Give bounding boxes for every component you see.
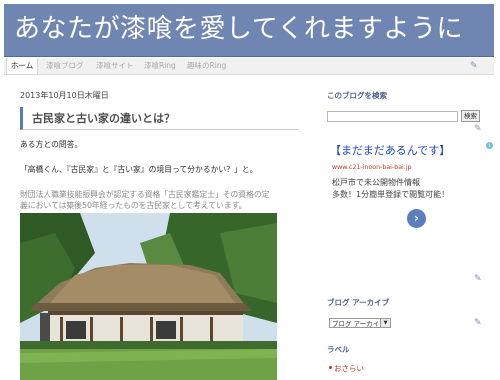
- page-tabs: ホーム 漆喰ブログ 漆喰サイト 漆喰Ring 趣味のRing ✎: [4, 58, 494, 75]
- search-button[interactable]: 検索: [461, 110, 480, 122]
- tab-home[interactable]: ホーム: [6, 58, 39, 74]
- ad-headline[interactable]: 【まだまだあるんです】: [330, 142, 450, 158]
- kominka-photo[interactable]: [20, 213, 277, 380]
- search-heading: このブログを検索: [327, 91, 387, 100]
- tab-shikkui-ring[interactable]: 漆喰Ring: [144, 58, 176, 74]
- tab-hobby-ring[interactable]: 趣味のRing: [187, 58, 226, 74]
- tab-shikkui-blog[interactable]: 漆喰ブログ: [46, 58, 84, 74]
- post-paragraph: 財団法人職業技能振興会が認定する資格「古民家鑑定士」その資格の定: [20, 190, 270, 199]
- ad-description: 多数！1分簡単登録で閲覧可能！: [332, 190, 450, 199]
- post-paragraph: ある方との問答。: [20, 140, 83, 149]
- archive-heading: ブログ アーカイブ: [327, 298, 390, 307]
- label-bullet: [329, 366, 332, 369]
- ad-description: 松戸市で未公開物件情報: [332, 178, 420, 187]
- ad-url[interactable]: www.c21-inoon-bai-bai.jp: [332, 164, 412, 171]
- post-paragraph: 「高橋くん、『古民家』と『古い家』の境目って分かるかい？」と。: [20, 165, 258, 174]
- post-paragraph: 義においては築後50年経ったものを古民家として考えています。: [20, 201, 247, 210]
- blog-page: あなたが漆喰を愛してくれますように ホーム 漆喰ブログ 漆喰サイト 漆喰Ring…: [4, 4, 494, 380]
- edit-wrench-icon[interactable]: ✎: [470, 61, 480, 71]
- ad-next-arrow-icon[interactable]: ›: [407, 209, 426, 228]
- post-title[interactable]: 古民家と古い家の違いとは？: [32, 110, 175, 126]
- blog-title[interactable]: あなたが漆喰を愛してくれますように: [14, 10, 463, 48]
- thatched-house-image: [20, 213, 277, 380]
- ad-block[interactable]: i 【まだまだあるんです】 www.c21-inoon-bai-bai.jp 松…: [327, 139, 493, 231]
- ad-info-icon[interactable]: i: [486, 142, 493, 149]
- blog-header: あなたが漆喰を愛してくれますように: [4, 4, 494, 57]
- label-link[interactable]: おさらい: [334, 363, 364, 374]
- edit-wrench-icon[interactable]: ✎: [474, 274, 484, 284]
- labels-heading: ラベル: [327, 345, 350, 354]
- archive-selected-value: ブログ アーカイブ: [332, 320, 386, 328]
- chevron-down-icon: ▼: [380, 319, 390, 327]
- tab-shikkui-site[interactable]: 漆喰サイト: [96, 58, 134, 74]
- post-date: 2013年10月10日木曜日: [20, 91, 109, 100]
- post-header: 古民家と古い家の違いとは？: [20, 107, 299, 130]
- search-input[interactable]: [327, 111, 458, 122]
- edit-wrench-icon[interactable]: ✎: [474, 124, 484, 134]
- edit-wrench-icon[interactable]: ✎: [474, 318, 484, 328]
- archive-dropdown[interactable]: ブログ アーカイブ ▼: [329, 318, 391, 328]
